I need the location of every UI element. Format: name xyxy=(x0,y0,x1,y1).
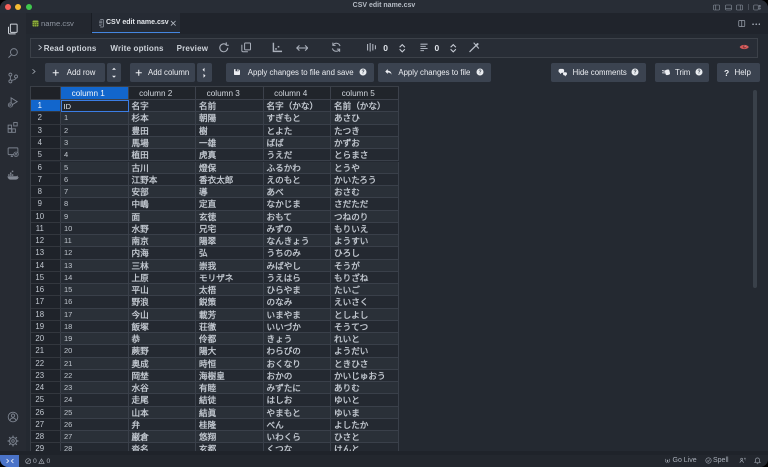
svg-text:?: ? xyxy=(697,70,700,76)
svg-text:?: ? xyxy=(361,70,364,76)
svg-text:?: ? xyxy=(633,70,636,76)
svg-text:?: ? xyxy=(478,70,481,76)
